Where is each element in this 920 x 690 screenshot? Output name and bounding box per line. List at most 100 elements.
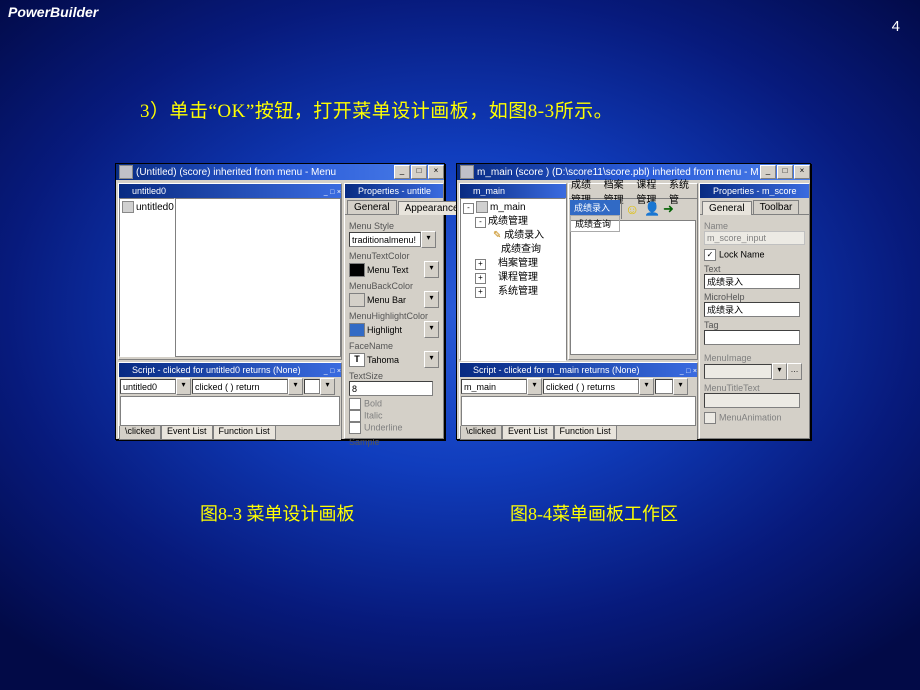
- tree-titlebar-2: m_main: [460, 184, 566, 198]
- underline-checkbox[interactable]: [349, 422, 361, 434]
- bold-checkbox[interactable]: [349, 398, 361, 410]
- script-object-combo[interactable]: [461, 379, 527, 394]
- menubar-preview: 成绩管理 档案管理 课程管理 系统管: [569, 184, 697, 199]
- script-tab-clicked[interactable]: \clicked: [460, 426, 502, 440]
- design-canvas-1[interactable]: [175, 198, 341, 357]
- expand-icon[interactable]: -: [475, 217, 486, 228]
- label-menu-style: Menu Style: [349, 221, 439, 231]
- panel-min-button[interactable]: _: [324, 368, 328, 375]
- panel-close-button[interactable]: ×: [337, 368, 341, 375]
- script-tab-functionlist[interactable]: Function List: [554, 426, 617, 440]
- dropdown-button[interactable]: ▾: [424, 261, 439, 278]
- minimize-button[interactable]: _: [394, 165, 410, 179]
- design-canvas-2[interactable]: [570, 220, 696, 355]
- close-button[interactable]: ×: [794, 165, 810, 179]
- script-extra-combo[interactable]: [655, 379, 673, 394]
- microhelp-input[interactable]: [704, 302, 800, 317]
- menu-icon: [122, 201, 134, 213]
- tree-node-course[interactable]: +课程管理: [463, 271, 563, 285]
- smiley-icon[interactable]: ☺: [625, 201, 640, 216]
- menuanimation-checkbox[interactable]: [704, 412, 716, 424]
- script-tab-eventlist[interactable]: Event List: [161, 426, 213, 440]
- script-tabs-2: \clicked Event List Function List: [460, 426, 697, 440]
- dropdown-button[interactable]: ▾: [424, 321, 439, 338]
- script-titlebar-1: Script - clicked for untitled0 returns (…: [119, 363, 341, 377]
- person-icon[interactable]: 👤: [644, 201, 659, 216]
- tree-root-1[interactable]: untitled0: [122, 201, 172, 215]
- highlight-value: Highlight: [367, 325, 402, 335]
- panel-max-button[interactable]: □: [686, 368, 690, 375]
- menutitletext-input[interactable]: [704, 393, 800, 408]
- arrow-icon[interactable]: ➜: [663, 201, 678, 216]
- script-event-combo[interactable]: [192, 379, 288, 394]
- panel-icon: [463, 186, 473, 196]
- maximize-button[interactable]: □: [411, 165, 427, 179]
- expand-icon[interactable]: +: [475, 287, 486, 298]
- tab-toolbar[interactable]: Toolbar: [753, 200, 800, 214]
- dropdown-button[interactable]: ▾: [421, 231, 436, 248]
- edit-icon: ✎: [493, 230, 501, 241]
- dropdown-button[interactable]: ▾: [320, 378, 335, 395]
- tree-view-2[interactable]: -m_main -成绩管理 ✎ 成绩录入 成绩查询 +档案管理 +课程管理 +系…: [460, 198, 566, 361]
- dropdown-button[interactable]: ▾: [639, 378, 654, 395]
- dropdown-button[interactable]: ▾: [673, 378, 688, 395]
- dropdown-button[interactable]: ▾: [424, 351, 439, 368]
- label-menu-back-color: MenuBackColor: [349, 281, 439, 291]
- panel-icon: [348, 186, 358, 196]
- tree-node-score[interactable]: -成绩管理: [463, 215, 563, 229]
- label-menuimage: MenuImage: [704, 353, 805, 363]
- app-icon: [119, 165, 133, 179]
- expand-icon[interactable]: -: [463, 203, 474, 214]
- maximize-button[interactable]: □: [777, 165, 793, 179]
- dropdown-button[interactable]: ▾: [424, 291, 439, 308]
- panel-min-button[interactable]: _: [324, 189, 328, 196]
- submenu-item[interactable]: 成绩查询: [570, 215, 620, 232]
- script-tab-functionlist[interactable]: Function List: [213, 426, 276, 440]
- tree-root[interactable]: -m_main: [463, 201, 563, 215]
- panel-close-button[interactable]: ×: [693, 368, 697, 375]
- minimize-button[interactable]: _: [760, 165, 776, 179]
- panel-max-button[interactable]: □: [330, 368, 334, 375]
- panel-max-button[interactable]: □: [330, 189, 334, 196]
- dropdown-button[interactable]: ▾: [288, 378, 303, 395]
- tree-node-archive[interactable]: +档案管理: [463, 257, 563, 271]
- panel-close-button[interactable]: ×: [337, 189, 341, 196]
- script-editor-2[interactable]: [461, 396, 696, 426]
- italic-checkbox[interactable]: [349, 410, 361, 422]
- label-tag: Tag: [704, 320, 805, 330]
- text-size-input[interactable]: [349, 381, 433, 396]
- label-menu-highlight: MenuHighlightColor: [349, 311, 439, 321]
- browse-button[interactable]: …: [787, 363, 802, 380]
- script-event-combo[interactable]: [543, 379, 639, 394]
- tree-view-1[interactable]: untitled0: [119, 198, 175, 357]
- panel-icon: [122, 186, 132, 196]
- dropdown-button[interactable]: ▾: [772, 363, 787, 380]
- expand-icon[interactable]: +: [475, 273, 486, 284]
- menuimage-input[interactable]: [704, 364, 772, 379]
- script-tab-clicked[interactable]: \clicked: [119, 426, 161, 440]
- close-button[interactable]: ×: [428, 165, 444, 179]
- tree-node-score-query[interactable]: 成绩查询: [463, 243, 563, 257]
- submenu-item-selected[interactable]: 成绩录入: [570, 200, 620, 215]
- script-editor-1[interactable]: [120, 396, 340, 426]
- tab-general[interactable]: General: [702, 201, 752, 215]
- script-tab-eventlist[interactable]: Event List: [502, 426, 554, 440]
- main-instruction-text: 3）单击“OK”按钮，打开菜单设计画板，如图8-3所示。: [140, 96, 613, 123]
- menu-style-input[interactable]: [349, 232, 421, 247]
- tree-node-score-input[interactable]: ✎ 成绩录入: [463, 229, 563, 243]
- dropdown-button[interactable]: ▾: [176, 378, 191, 395]
- label-menu-text-color: MenuTextColor: [349, 251, 439, 261]
- tree-panel-1: untitled0 _ □ × untitled0: [118, 183, 342, 360]
- tab-general[interactable]: General: [347, 200, 397, 214]
- panel-min-button[interactable]: _: [680, 368, 684, 375]
- tag-input[interactable]: [704, 330, 800, 345]
- label-text-size: TextSize: [349, 371, 439, 381]
- script-extra-combo[interactable]: [304, 379, 320, 394]
- props-tabs-2: General Toolbar: [702, 200, 807, 214]
- dropdown-button[interactable]: ▾: [527, 378, 542, 395]
- text-input[interactable]: [704, 274, 800, 289]
- script-object-combo[interactable]: [120, 379, 176, 394]
- lock-name-checkbox[interactable]: ✓: [704, 249, 716, 261]
- tree-node-system[interactable]: +系统管理: [463, 285, 563, 299]
- expand-icon[interactable]: +: [475, 259, 486, 270]
